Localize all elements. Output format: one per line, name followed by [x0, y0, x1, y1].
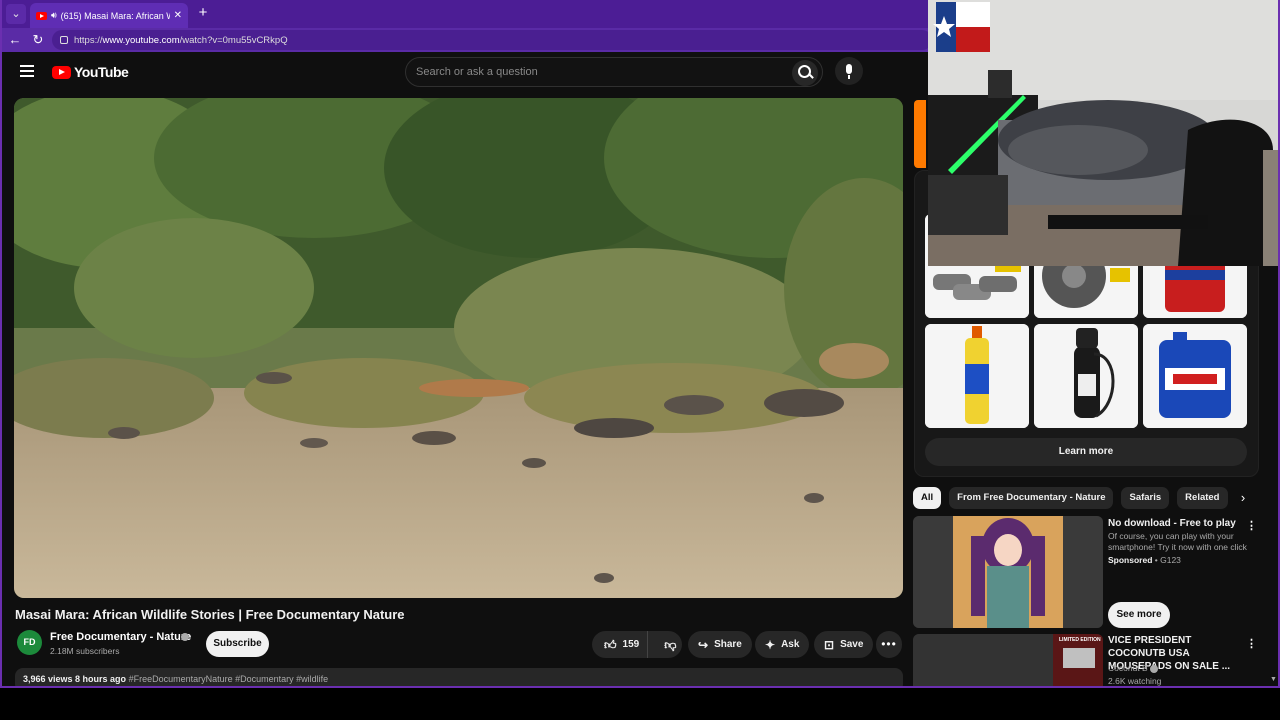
chevron-right-icon[interactable]: ›: [1236, 489, 1250, 507]
sponsored-thumbnail[interactable]: [913, 516, 1103, 628]
youtube-play-icon: [52, 65, 71, 79]
channel-name[interactable]: Free Documentary - Nature: [50, 631, 191, 643]
chip-all[interactable]: All: [913, 487, 942, 509]
lock-icon: [60, 36, 68, 44]
rec-title[interactable]: No download - Free to play: [1108, 517, 1248, 530]
see-more-button[interactable]: See more: [1108, 602, 1170, 628]
url-field[interactable]: https://www.youtube.com/watch?v=0mu55vCR…: [52, 30, 932, 50]
thumb-caption: LIMITED EDITION: [1059, 637, 1101, 643]
product-image-motor-oil-blue[interactable]: [1143, 324, 1247, 428]
like-count: 159: [622, 639, 640, 650]
ask-button[interactable]: ✦ Ask: [755, 631, 810, 658]
sparkle-icon: ✦: [765, 637, 776, 652]
dislike-button[interactable]: 👎︎: [654, 631, 686, 658]
ask-label: Ask: [781, 639, 800, 650]
save-label: Save: [840, 639, 864, 650]
scroll-down-arrow-icon[interactable]: ▼: [1270, 676, 1278, 684]
save-button[interactable]: ⊡ Save: [814, 631, 874, 658]
webcam-room-image: [928, 0, 1278, 266]
more-icon[interactable]: ⋮: [1246, 518, 1257, 534]
product-image-fuel-additive[interactable]: [925, 324, 1029, 428]
browser-tab-youtube[interactable]: 🔊︎ (615) Masai Mara: African Wil ✕: [30, 3, 188, 28]
avatar[interactable]: FD: [17, 630, 42, 655]
chip-related[interactable]: Related: [1177, 487, 1228, 509]
rec-channel: Coconut B: [1108, 663, 1159, 674]
share-icon: ↪: [698, 637, 709, 652]
filter-chips: All From Free Documentary - Nature Safar…: [913, 487, 1233, 509]
motor-oil-blue-image: [1143, 324, 1247, 428]
product-image-ac-recharge[interactable]: [1034, 324, 1138, 428]
chip-from-channel[interactable]: From Free Documentary - Nature: [949, 487, 1114, 509]
youtube-favicon-icon: [36, 11, 47, 20]
anime-character-image: [913, 516, 1103, 628]
menu-icon[interactable]: [20, 65, 34, 77]
learn-more-button[interactable]: Learn more: [925, 438, 1247, 466]
description-box[interactable]: 3,966 views 8 hours ago #FreeDocumentary…: [15, 668, 903, 686]
speaker-icon[interactable]: 🔊︎: [51, 10, 57, 21]
save-icon: ⊡: [824, 637, 835, 652]
subscriber-count: 2.18M subscribers: [50, 646, 120, 656]
sponsored-badge: Sponsored: [1108, 555, 1153, 565]
like-dislike-group: 👍︎ 159 👎︎: [592, 631, 682, 658]
search-icon[interactable]: [792, 60, 818, 86]
url-host: www.youtube.com: [102, 34, 180, 46]
view-count-and-date: 3,966 views 8 hours ago: [23, 674, 127, 684]
youtube-logo[interactable]: YouTube: [52, 64, 129, 80]
tab-list-chevron-icon[interactable]: ⌄: [6, 4, 26, 24]
video-title: Masai Mara: African Wildlife Stories | F…: [15, 607, 405, 622]
back-icon[interactable]: ←: [6, 31, 24, 49]
reload-icon[interactable]: ↻: [29, 31, 47, 49]
share-button[interactable]: ↪ Share: [688, 631, 752, 658]
video-player[interactable]: [14, 98, 903, 598]
rec-sponsor-line: Sponsored • G123: [1108, 555, 1248, 566]
mic-icon[interactable]: [835, 57, 863, 85]
like-button[interactable]: 👍︎ 159: [592, 631, 649, 658]
subscribe-button[interactable]: Subscribe: [206, 631, 269, 657]
plus-icon[interactable]: +: [194, 4, 212, 22]
rec-channel-name[interactable]: Coconut B: [1108, 663, 1148, 673]
fuel-additive-image: [925, 324, 1029, 428]
browser-window: ⌄ 🔊︎ (615) Masai Mara: African Wil ✕ + ←…: [0, 0, 1280, 688]
url-path: /watch?v=0mu55vCRkpQ: [179, 34, 288, 46]
more-icon[interactable]: ⋮: [1246, 636, 1257, 652]
close-icon[interactable]: ✕: [174, 10, 182, 21]
share-label: Share: [714, 639, 742, 650]
advertiser-name: • G123: [1152, 555, 1181, 565]
rec-description: Of course, you can play with your smartp…: [1108, 531, 1247, 552]
rec-thumbnail[interactable]: LIMITED EDITION: [913, 634, 1103, 686]
chip-safaris[interactable]: Safaris: [1121, 487, 1170, 509]
ad-banner-strip[interactable]: [914, 100, 926, 168]
more-icon[interactable]: •••: [876, 631, 902, 658]
logo-text: YouTube: [74, 64, 129, 80]
search-input[interactable]: Search or ask a question: [405, 57, 823, 87]
thumbs-down-icon: 👎︎: [664, 637, 677, 652]
verified-icon: [1150, 664, 1159, 673]
webcam-overlay: [928, 0, 1278, 266]
tab-title: (615) Masai Mara: African Wil: [60, 10, 170, 21]
youtube-header: YouTube Search or ask a question: [2, 52, 928, 92]
rec-meta: 2.6K watching: [1108, 676, 1162, 686]
ac-recharge-image: [1034, 324, 1138, 428]
hashtags[interactable]: #FreeDocumentaryNature #Documentary #wil…: [129, 674, 329, 684]
verified-icon: [181, 633, 189, 641]
url-prefix: https://: [74, 34, 103, 46]
thumbs-up-icon: 👍︎: [604, 637, 617, 652]
video-frame: [14, 98, 903, 598]
